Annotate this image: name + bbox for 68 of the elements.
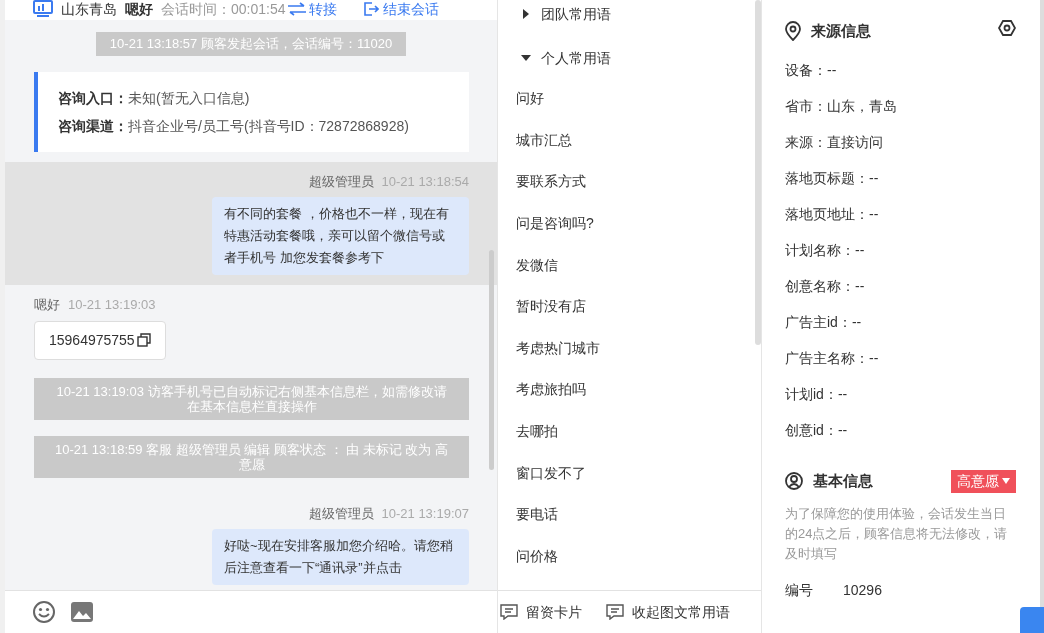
info-field: 计划id：-- xyxy=(785,383,848,405)
info-field: 落地页地址：-- xyxy=(785,203,879,225)
footer-button[interactable]: 留资卡片 xyxy=(500,601,582,623)
phrase-item[interactable]: 去哪拍 xyxy=(516,410,751,453)
info-field: 省市：山东，青岛 xyxy=(785,95,897,117)
sender-name: 超级管理员 xyxy=(308,505,374,521)
sender-name: 超级管理员 xyxy=(308,173,374,189)
consult-info-line: 咨询入口：未知(暂无入口信息) xyxy=(58,88,251,108)
phone-number: 15964975755 xyxy=(49,330,135,350)
info-field: 创意id：-- xyxy=(785,419,848,441)
phrase-item[interactable]: 要电话 xyxy=(516,493,751,536)
transfer-icon xyxy=(286,2,307,16)
message-row[interactable]: 嗯好 10-21 13:19:03 15964975755 xyxy=(5,285,497,370)
phrase-group[interactable]: 团队常用语 xyxy=(516,0,751,28)
sender-name: 嗯好 xyxy=(34,297,60,312)
location-pin-icon xyxy=(785,21,801,41)
phrase-item[interactable]: 要联系方式 xyxy=(516,161,751,203)
footer-button[interactable]: 收起图文常用语 xyxy=(606,601,730,623)
phrase-item[interactable]: 问是咨询吗? xyxy=(516,202,751,245)
caret-down-icon xyxy=(521,53,531,63)
message-time: 10-21 13:18:54 xyxy=(381,173,469,189)
settings-icon[interactable] xyxy=(998,20,1016,36)
section-title: 来源信息 xyxy=(811,20,871,41)
caret-down-icon xyxy=(1002,478,1010,484)
scrollbar[interactable] xyxy=(489,250,494,470)
scrollbar[interactable] xyxy=(755,0,761,345)
info-field: 广告主id：-- xyxy=(785,311,862,333)
info-field: 创意名称：-- xyxy=(785,275,865,297)
emoji-icon[interactable] xyxy=(32,600,56,624)
info-field: 计划名称：-- xyxy=(785,239,865,261)
info-field: 落地页标题：-- xyxy=(785,167,879,189)
session-duration: 会话时间：00:01:54 xyxy=(161,0,286,19)
exit-icon xyxy=(362,1,379,17)
field-value: 10296 xyxy=(843,580,882,600)
phrase-item[interactable]: 城市汇总 xyxy=(516,119,751,162)
info-field: 设备：-- xyxy=(785,59,837,81)
user-circle-icon xyxy=(785,472,803,490)
image-icon[interactable] xyxy=(70,601,94,623)
transfer-button[interactable]: 转接 xyxy=(285,0,338,21)
status-dropdown[interactable]: 高意愿 xyxy=(951,469,1016,493)
phrase-item[interactable]: 问好 xyxy=(516,78,751,120)
info-note: 为了保障您的使用体验，会话发生当日的24点之后，顾客信息将无法修改，请及时填写 xyxy=(785,505,1009,563)
phrase-item[interactable]: 问价格 xyxy=(516,535,751,578)
phrase-group[interactable]: 个人常用语 xyxy=(516,44,751,72)
info-field: 广告主名称：-- xyxy=(785,347,879,369)
phrase-item[interactable]: 考虑旅拍吗 xyxy=(516,369,751,411)
copy-icon[interactable] xyxy=(136,333,151,347)
message-icon xyxy=(606,604,624,620)
visitor-name: 嗯好 xyxy=(125,0,153,19)
info-field: 来源：直接访问 xyxy=(785,131,883,153)
consult-info-line: 咨询渠道：抖音企业号/员工号(抖音号ID：72872868928) xyxy=(58,116,410,136)
message-time: 10-21 13:19:03 xyxy=(68,297,156,312)
monitor-icon xyxy=(33,0,53,18)
message-bubble: 有不同的套餐 ，价格也不一样，现在有特惠活动套餐哦，亲可以留个微信号或者手机号 加您发套餐参考下 xyxy=(212,197,469,275)
phrase-item[interactable]: 窗口发不了 xyxy=(516,452,751,494)
phrase-item[interactable]: 暂时没有店 xyxy=(516,285,751,328)
location-text: 山东青岛 xyxy=(61,0,117,19)
phrase-item[interactable]: 考虑热门城市 xyxy=(516,327,751,370)
message-row[interactable]: 超级管理员 10-21 13:19:07 好哒~现在安排客服加您介绍哈。请您稍后注意查看一下“通讯录”并点击 xyxy=(5,493,497,590)
end-session-button[interactable]: 结束会话 xyxy=(361,0,440,21)
caret-right-icon xyxy=(521,9,531,19)
message-row[interactable]: 超级管理员 10-21 13:18:54 有不同的套餐 ，价格也不一样，现在有特惠活动套餐哦，亲可以留个微信号或者手机号 加您发套餐参考下 xyxy=(5,161,497,285)
message-time: 10-21 13:19:07 xyxy=(381,505,469,521)
section-title: 基本信息 xyxy=(813,470,873,491)
phrase-item[interactable]: 发微信 xyxy=(516,244,751,286)
message-icon xyxy=(500,604,518,620)
field-label: 编号 xyxy=(785,580,813,600)
message-bubble: 好哒~现在安排客服加您介绍哈。请您稍后注意查看一下“通讯录”并点击 xyxy=(212,529,469,585)
